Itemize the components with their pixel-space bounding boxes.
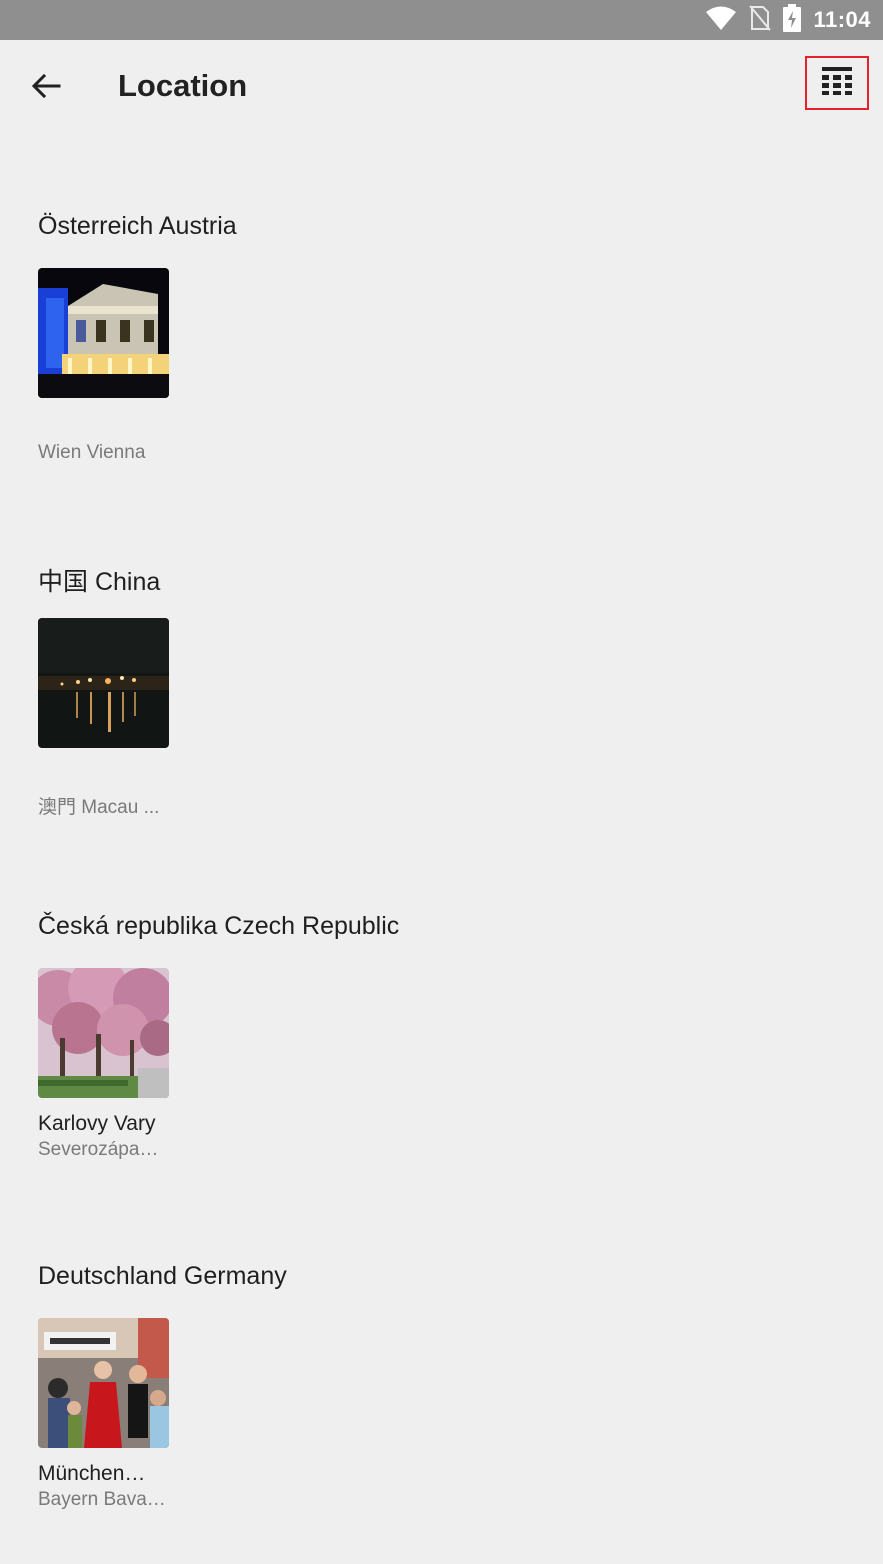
place-card[interactable]: München… Bayern Bava…	[38, 1318, 170, 1511]
place-thumbnail	[38, 1318, 169, 1448]
place-thumbnail	[38, 968, 169, 1098]
place-card[interactable]: Wien Vienna	[38, 268, 170, 464]
no-sim-icon	[749, 4, 772, 36]
back-button[interactable]	[22, 66, 70, 110]
wifi-icon	[705, 5, 737, 36]
place-subtitle: Wien Vienna	[38, 442, 146, 463]
place-subtitle: 澳門 Macau ...	[38, 797, 160, 818]
grid-view-icon	[822, 66, 852, 100]
place-card[interactable]: 澳門 Macau ...	[38, 618, 170, 819]
place-name: Karlovy Vary	[38, 1112, 156, 1135]
place-name: München…	[38, 1462, 146, 1485]
status-time: 11:04	[813, 7, 871, 32]
section-title: Česká republika Czech Republic	[38, 912, 400, 940]
place-subtitle: Bayern Bava…	[38, 1489, 166, 1510]
app-bar: Location	[0, 40, 883, 136]
page-title: Location	[118, 68, 248, 103]
place-thumbnail	[38, 618, 169, 748]
section-title: 中国 China	[38, 568, 161, 596]
status-icons: 11:04	[705, 3, 871, 37]
grid-view-button[interactable]	[805, 56, 869, 110]
status-bar: 11:04	[0, 0, 883, 40]
battery-charging-icon	[783, 3, 802, 37]
arrow-back-icon	[31, 73, 61, 104]
section-title: Deutschland Germany	[38, 1262, 287, 1290]
place-thumbnail	[38, 268, 169, 398]
section-title: Österreich Austria	[38, 212, 237, 240]
place-card[interactable]: Karlovy Vary Severozápa…	[38, 968, 170, 1161]
place-subtitle: Severozápa…	[38, 1139, 159, 1160]
